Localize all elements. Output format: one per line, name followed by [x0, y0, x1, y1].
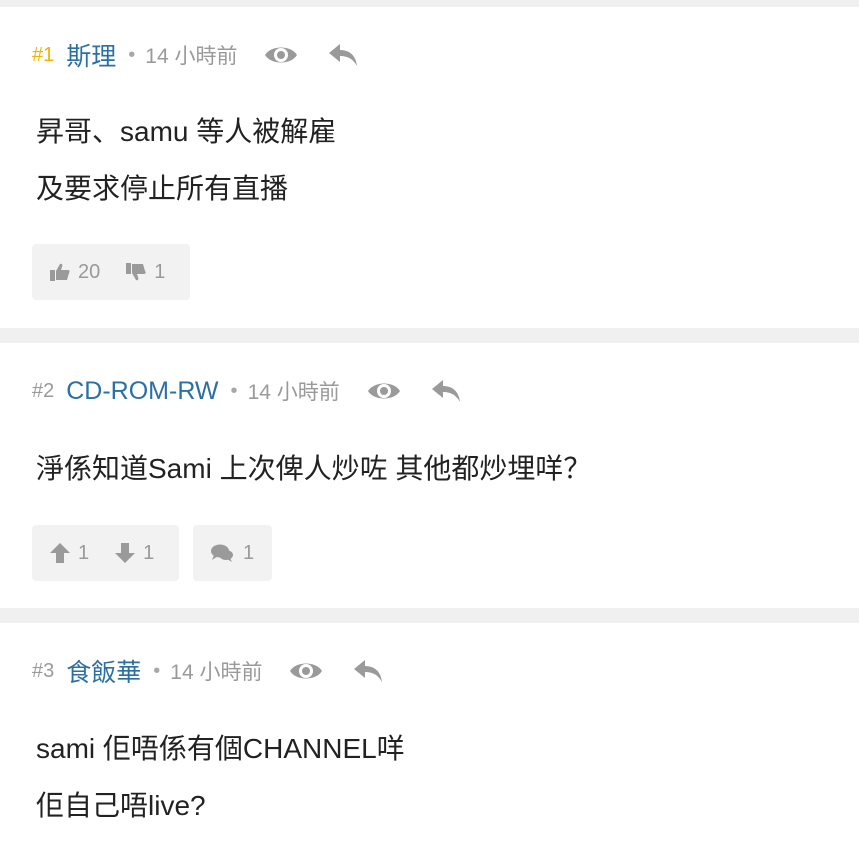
separator-dot: • — [128, 43, 136, 66]
username-link[interactable]: CD-ROM-RW — [66, 377, 218, 406]
upvote-count: 1 — [78, 541, 90, 564]
reply-icon[interactable] — [325, 37, 361, 73]
downvote-count: 1 — [154, 260, 166, 283]
eye-icon[interactable] — [366, 373, 402, 409]
eye-icon[interactable] — [288, 653, 324, 689]
replies-count: 1 — [242, 541, 255, 564]
vote-box: 1 1 — [32, 525, 179, 581]
post-body-line: 淨係知道Sami 上次俾人炒咗 其他都炒埋咩？ — [36, 453, 592, 484]
post-body: sami 佢唔係有個CHANNEL咩 佢自己唔live? — [36, 720, 405, 834]
downvote-button[interactable]: 1 — [126, 261, 165, 284]
eye-icon[interactable] — [263, 37, 299, 73]
downvote-button[interactable]: 1 — [115, 542, 154, 565]
thumbs-down-icon — [126, 263, 146, 281]
post-number: #3 — [32, 659, 55, 682]
post-header: #3 食飯華 • 14 小時前 — [32, 653, 386, 689]
thumbs-up-icon — [50, 263, 70, 281]
post-body: 昇哥、samu 等人被解雇 及要求停止所有直播 — [36, 103, 336, 217]
downvote-count: 1 — [143, 541, 155, 564]
upvote-button[interactable]: 20 — [50, 261, 100, 284]
username-link[interactable]: 斯理 — [66, 37, 116, 73]
post-body-line: sami 佢唔係有個CHANNEL咩 — [36, 733, 405, 764]
reply-icon[interactable] — [428, 373, 464, 409]
post-body-line: 及要求停止所有直播 — [36, 173, 289, 204]
upvote-button[interactable]: 1 — [50, 542, 89, 565]
post-1: #1 斯理 • 14 小時前 昇哥、samu 等人被解雇 及要求停止所有直播 2… — [0, 7, 859, 328]
post-body-line: 昇哥、samu 等人被解雇 — [36, 116, 337, 147]
comments-icon — [210, 544, 233, 562]
post-body-line: 佢自己唔live? — [36, 790, 206, 821]
arrow-up-icon — [50, 543, 70, 563]
post-timestamp: 14 小時前 — [145, 45, 238, 68]
post-body: 淨係知道Sami 上次俾人炒咗 其他都炒埋咩？ — [36, 440, 591, 497]
post-header: #1 斯理 • 14 小時前 — [32, 37, 361, 73]
upvote-count: 20 — [78, 260, 101, 283]
separator-dot: • — [230, 379, 238, 402]
post-timestamp: 14 小時前 — [170, 661, 263, 684]
post-3: #3 食飯華 • 14 小時前 sami 佢唔係有個CHANNEL咩 佢自己唔l… — [0, 623, 859, 847]
post-number: #1 — [32, 43, 55, 66]
post-number: #2 — [32, 379, 55, 402]
separator-dot: • — [153, 659, 161, 682]
comment-thread: #1 斯理 • 14 小時前 昇哥、samu 等人被解雇 及要求停止所有直播 2… — [0, 0, 859, 847]
post-header: #2 CD-ROM-RW • 14 小時前 — [32, 373, 464, 409]
vote-box: 20 1 — [32, 244, 190, 300]
reply-icon[interactable] — [350, 653, 386, 689]
replies-button[interactable]: 1 — [193, 525, 272, 581]
post-2: #2 CD-ROM-RW • 14 小時前 淨係知道Sami 上次俾人炒咗 其他… — [0, 343, 859, 608]
username-link[interactable]: 食飯華 — [66, 653, 141, 689]
post-timestamp: 14 小時前 — [247, 381, 340, 404]
arrow-down-icon — [115, 543, 136, 563]
